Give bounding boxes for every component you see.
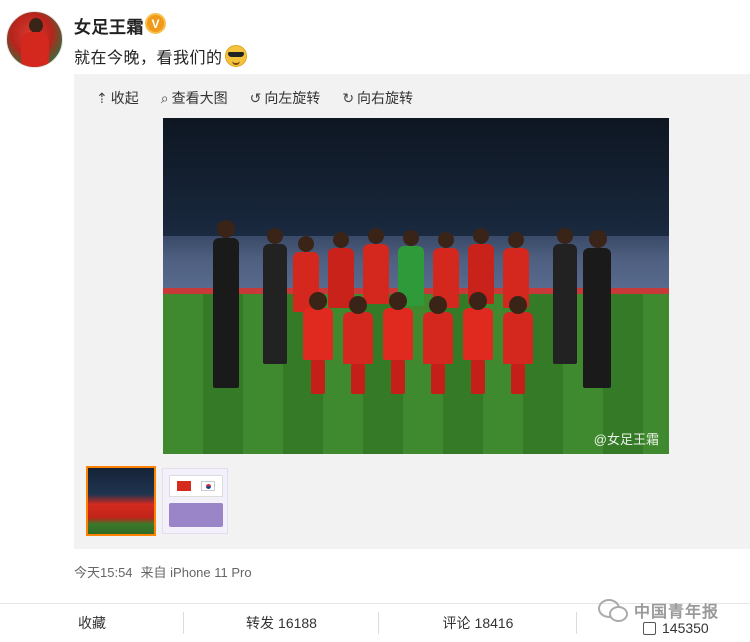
thumbnail-2-stats: [169, 503, 223, 527]
rotate-left-label: 向左旋转: [264, 90, 321, 106]
username[interactable]: 女足王霜: [74, 13, 144, 38]
collapse-label: 收起: [110, 90, 139, 106]
post-text-content: 就在今晚，看我们的: [74, 50, 223, 67]
rotate-right-icon: ↻: [342, 89, 355, 106]
arrow-up-icon: ⇡: [96, 89, 108, 106]
magnifier-icon: ⌕: [160, 89, 169, 106]
avatar-head: [29, 18, 43, 33]
comment-count: 18416: [474, 615, 514, 631]
rotate-right-label: 向右旋转: [357, 90, 414, 106]
photo-watermark: @女足王霜: [593, 432, 659, 447]
post-text: 就在今晚，看我们的: [74, 44, 247, 68]
avatar[interactable]: [6, 11, 63, 68]
thumbs-up-icon: [643, 621, 656, 635]
sunglasses-emoji-icon: [224, 45, 247, 67]
brand-name: 中国青年报: [634, 604, 720, 621]
comment-button[interactable]: 评论 18416: [379, 604, 577, 642]
avatar-body: [21, 32, 49, 67]
favorite-label: 收藏: [78, 615, 106, 631]
brand-watermark: 中国青年报: [598, 598, 719, 622]
image-toolbar: ⇡ 收起 ⌕ 查看大图 ↺ 向左旋转 ↻ 向右旋转: [96, 88, 413, 108]
collapse-button[interactable]: ⇡ 收起: [96, 88, 139, 108]
view-large-label: 查看大图: [171, 90, 228, 106]
repost-label: 转发: [246, 615, 275, 631]
repost-button[interactable]: 转发 16188: [184, 604, 379, 642]
main-photo[interactable]: @女足王霜: [163, 118, 669, 454]
korea-flag-icon: [201, 481, 215, 491]
favorite-button[interactable]: 收藏: [0, 604, 184, 642]
verified-badge-icon: V: [145, 13, 166, 34]
post-meta: 今天15:54 来自 iPhone 11 Pro: [74, 562, 252, 581]
post-source: 来自 iPhone 11 Pro: [140, 565, 252, 580]
thumbnail-2[interactable]: [162, 468, 228, 534]
rotate-left-button[interactable]: ↺ 向左旋转: [250, 88, 321, 108]
rotate-left-icon: ↺: [249, 89, 262, 106]
post-time[interactable]: 今天15:54: [74, 565, 133, 580]
repost-count: 16188: [278, 615, 317, 631]
wechat-icon: [598, 599, 628, 622]
comment-label: 评论: [442, 615, 471, 631]
thumbnail-1-selected[interactable]: [86, 466, 156, 536]
like-count: 145350: [662, 620, 709, 636]
rotate-right-button[interactable]: ↻ 向右旋转: [342, 88, 413, 108]
view-large-button[interactable]: ⌕ 查看大图: [161, 88, 228, 108]
team-group: [203, 208, 643, 408]
china-flag-icon: [177, 481, 191, 491]
